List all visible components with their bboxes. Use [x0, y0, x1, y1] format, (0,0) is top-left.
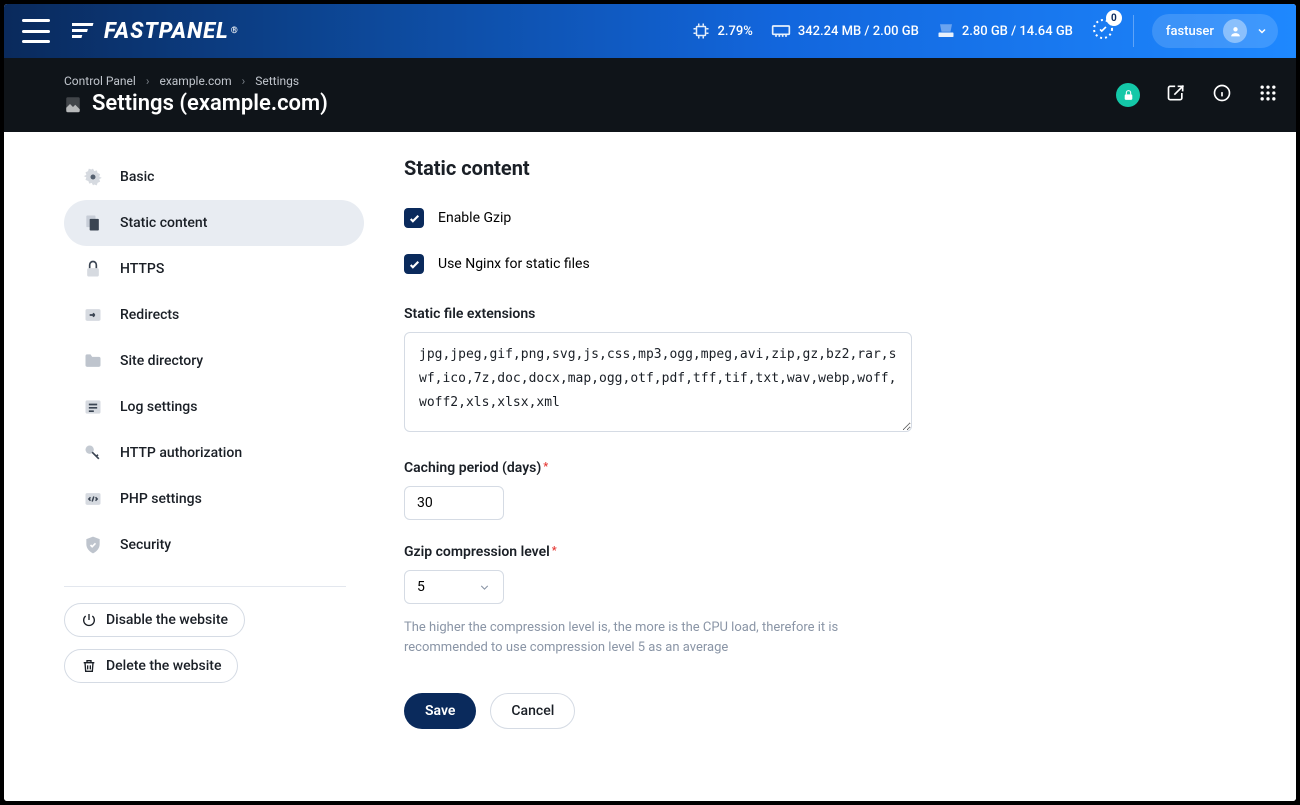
settings-sidebar: Basic Static content HTTPS Redirects Sit…	[4, 132, 364, 801]
page-title: Settings (example.com)	[64, 91, 328, 116]
divider	[64, 586, 346, 587]
ram-stat[interactable]: 342.24 MB / 2.00 GB	[771, 24, 919, 39]
gzip-level-select[interactable]: 5	[404, 570, 504, 604]
top-bar: FASTPANEL® 2.79% 342.24 MB / 2.00 GB 2.8…	[4, 4, 1296, 58]
sidebar-item-basic[interactable]: Basic	[64, 154, 364, 200]
redirect-icon	[82, 304, 104, 326]
ssl-badge[interactable]	[1116, 83, 1140, 107]
gear-icon	[82, 166, 104, 188]
save-button[interactable]: Save	[404, 693, 476, 729]
sidebar-item-http-authorization[interactable]: HTTP authorization	[64, 430, 364, 476]
logo-icon	[72, 21, 98, 41]
apps-grid-button[interactable]	[1258, 83, 1278, 107]
notification-badge: 0	[1106, 10, 1122, 26]
sidebar-item-label: Security	[120, 537, 171, 553]
sidebar-item-label: PHP settings	[120, 491, 202, 507]
sidebar-item-label: Static content	[120, 215, 207, 231]
use-nginx-checkbox[interactable]	[404, 254, 424, 274]
static-extensions-textarea[interactable]	[404, 332, 912, 432]
trash-icon	[81, 658, 97, 674]
disk-stat[interactable]: 2.80 GB / 14.64 GB	[937, 22, 1073, 40]
ram-icon	[771, 24, 791, 38]
delete-website-button[interactable]: Delete the website	[64, 649, 238, 683]
enable-gzip-checkbox[interactable]	[404, 208, 424, 228]
extensions-label: Static file extensions	[404, 306, 1244, 322]
cpu-icon	[692, 22, 710, 40]
sidebar-item-security[interactable]: Security	[64, 522, 364, 568]
sidebar-item-log-settings[interactable]: Log settings	[64, 384, 364, 430]
key-icon	[82, 442, 104, 464]
page-header: Control Panel › example.com › Settings S…	[4, 58, 1296, 132]
image-icon	[64, 95, 82, 113]
breadcrumb-item[interactable]: Settings	[255, 74, 299, 88]
section-heading: Static content	[404, 156, 1244, 180]
chevron-down-icon	[478, 581, 491, 594]
gzip-level-label: Gzip compression level*	[404, 544, 1244, 560]
help-text: The higher the compression level is, the…	[404, 618, 884, 657]
caching-period-input[interactable]	[404, 486, 504, 520]
sidebar-item-label: HTTP authorization	[120, 445, 242, 461]
sidebar-item-label: Basic	[120, 169, 154, 185]
sidebar-item-https[interactable]: HTTPS	[64, 246, 364, 292]
chevron-right-icon: ›	[146, 74, 150, 88]
sidebar-item-redirects[interactable]: Redirects	[64, 292, 364, 338]
caching-period-label: Caching period (days)*	[404, 460, 1244, 476]
shield-icon	[82, 534, 104, 556]
code-icon	[82, 488, 104, 510]
chevron-down-icon	[1256, 25, 1268, 37]
main-panel: Static content Enable Gzip Use Nginx for…	[364, 132, 1284, 801]
breadcrumb-item[interactable]: example.com	[159, 74, 231, 88]
disable-website-button[interactable]: Disable the website	[64, 603, 245, 637]
avatar-icon	[1223, 19, 1247, 43]
lock-icon	[82, 258, 104, 280]
disk-icon	[937, 22, 955, 40]
sidebar-item-label: Redirects	[120, 307, 179, 323]
sidebar-item-site-directory[interactable]: Site directory	[64, 338, 364, 384]
folder-icon	[82, 350, 104, 372]
cancel-button[interactable]: Cancel	[490, 693, 575, 729]
menu-toggle-button[interactable]	[22, 19, 50, 43]
sidebar-item-label: Log settings	[120, 399, 197, 415]
checkbox-label: Enable Gzip	[438, 210, 511, 226]
checkbox-label: Use Nginx for static files	[438, 256, 590, 272]
list-icon	[82, 396, 104, 418]
breadcrumb-item[interactable]: Control Panel	[64, 74, 136, 88]
sidebar-item-label: HTTPS	[120, 261, 164, 277]
notifications-button[interactable]: 0	[1091, 17, 1115, 45]
cpu-stat[interactable]: 2.79%	[692, 22, 752, 40]
user-menu[interactable]: fastuser	[1152, 14, 1278, 48]
sidebar-item-static-content[interactable]: Static content	[64, 200, 364, 246]
sidebar-item-php-settings[interactable]: PHP settings	[64, 476, 364, 522]
chevron-right-icon: ›	[242, 74, 246, 88]
power-icon	[81, 612, 97, 628]
open-site-button[interactable]	[1166, 83, 1186, 107]
file-text-icon	[82, 212, 104, 234]
brand-logo[interactable]: FASTPANEL®	[72, 19, 239, 44]
breadcrumb: Control Panel › example.com › Settings	[64, 74, 328, 88]
info-button[interactable]	[1212, 83, 1232, 107]
sidebar-item-label: Site directory	[120, 353, 203, 369]
